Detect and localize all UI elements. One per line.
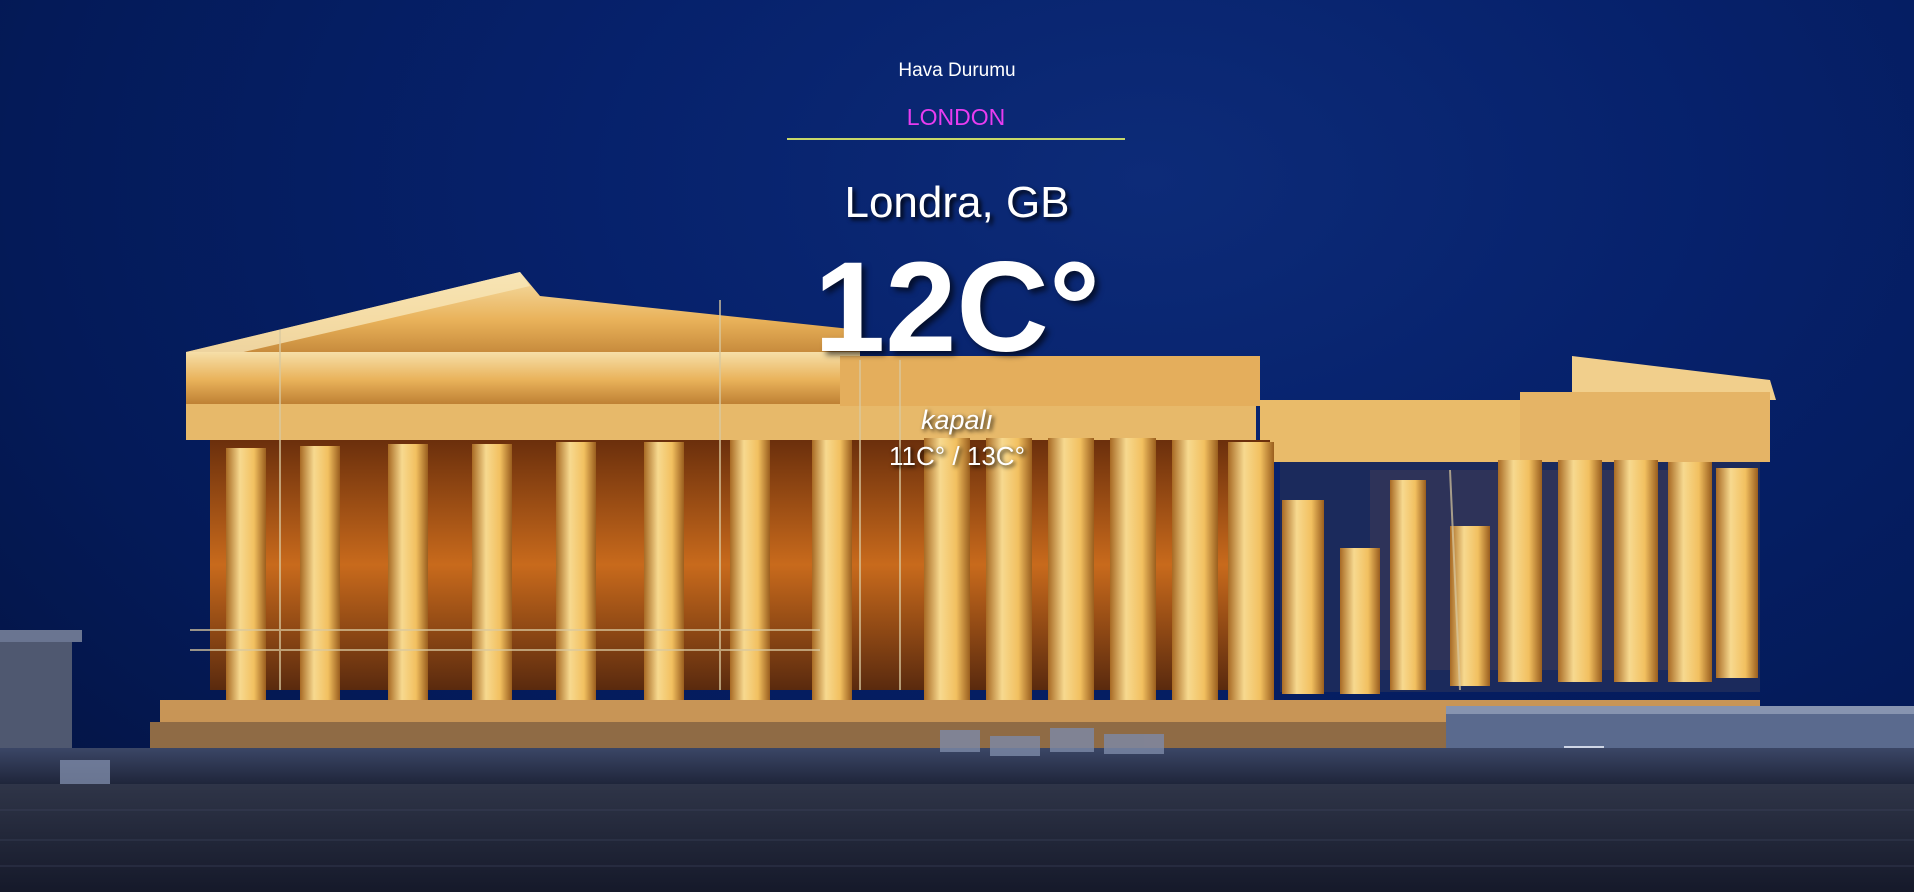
temperature-value: 12C°: [814, 236, 1100, 379]
temperature-range: 11C° / 13C°: [889, 441, 1025, 471]
city-search-input[interactable]: [787, 96, 1125, 140]
weather-app: Hava Durumu Londra, GB 12C° kapalı 11C° …: [0, 0, 1914, 892]
weather-panel: Hava Durumu Londra, GB 12C° kapalı 11C° …: [0, 0, 1914, 892]
location-label: Londra, GB: [844, 178, 1070, 227]
weather-description: kapalı: [920, 405, 994, 435]
app-title: Hava Durumu: [898, 60, 1016, 81]
